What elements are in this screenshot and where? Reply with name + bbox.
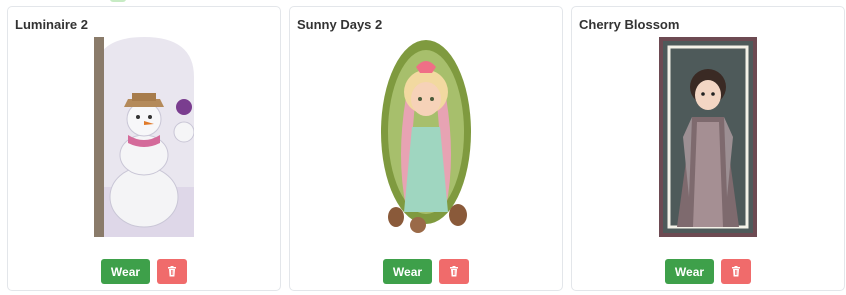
outfit-card: Sunny Days 2 Wear (289, 6, 563, 291)
outfit-title: Sunny Days 2 (297, 17, 383, 32)
outfit-preview-image (659, 37, 757, 237)
outfit-preview-image (381, 40, 471, 233)
outfit-card: Cherry Blossom Wear (571, 6, 845, 291)
top-tab-edge (110, 0, 126, 2)
delete-button[interactable] (439, 259, 470, 284)
wear-button[interactable]: Wear (100, 259, 151, 284)
trash-icon (168, 266, 177, 277)
wear-button[interactable]: Wear (382, 259, 433, 284)
trash-icon (450, 266, 459, 277)
wear-button[interactable]: Wear (664, 259, 715, 284)
outfit-grid: Luminaire 2 Wear Sunny Days 2 Wear Cherr… (7, 6, 845, 291)
outfit-title: Cherry Blossom (579, 17, 680, 32)
delete-button[interactable] (157, 259, 188, 284)
delete-button[interactable] (721, 259, 752, 284)
outfit-preview-image (94, 37, 194, 237)
outfit-title: Luminaire 2 (15, 17, 88, 32)
trash-icon (732, 266, 741, 277)
outfit-card: Luminaire 2 Wear (7, 6, 281, 291)
